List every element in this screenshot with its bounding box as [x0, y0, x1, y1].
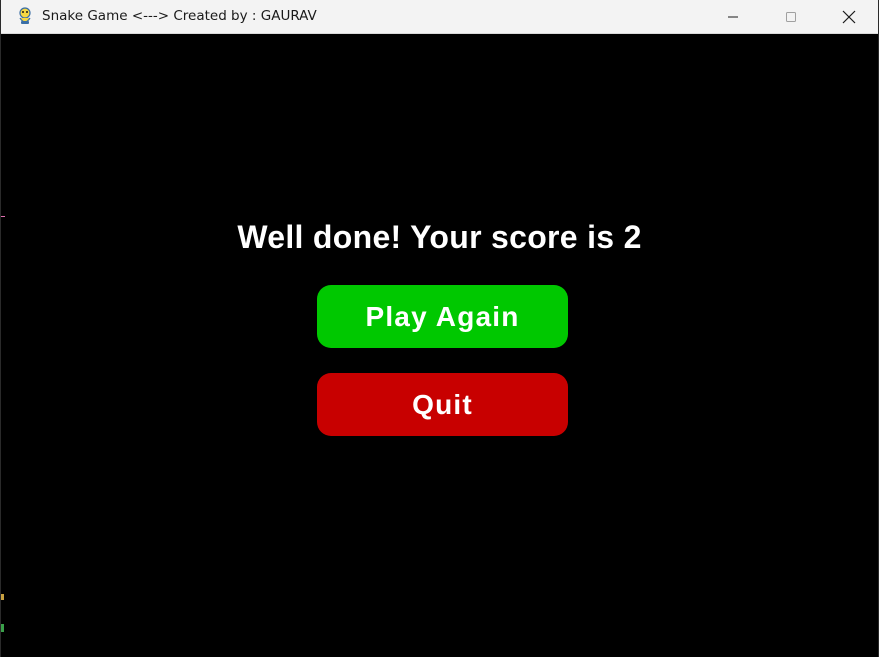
background-window-edge	[1, 216, 5, 217]
background-window-edge	[1, 624, 4, 632]
minimize-button[interactable]	[704, 0, 762, 33]
game-canvas[interactable]: Well done! Your score is 2 Play Again Qu…	[1, 34, 878, 657]
game-window: Snake Game <---> Created by : GAURAV Wel…	[0, 0, 879, 657]
maximize-icon	[785, 11, 797, 23]
background-window-edge	[1, 594, 4, 600]
window-title: Snake Game <---> Created by : GAURAV	[42, 8, 317, 24]
title-bar[interactable]: Snake Game <---> Created by : GAURAV	[1, 0, 878, 34]
pygame-snake-icon	[15, 6, 35, 26]
game-over-message: Well done! Your score is 2	[237, 219, 642, 255]
minimize-icon	[727, 11, 739, 23]
close-icon	[842, 10, 856, 24]
play-again-button[interactable]: Play Again	[317, 285, 568, 348]
quit-button[interactable]: Quit	[317, 373, 568, 436]
close-button[interactable]	[820, 0, 878, 33]
maximize-button[interactable]	[762, 0, 820, 33]
